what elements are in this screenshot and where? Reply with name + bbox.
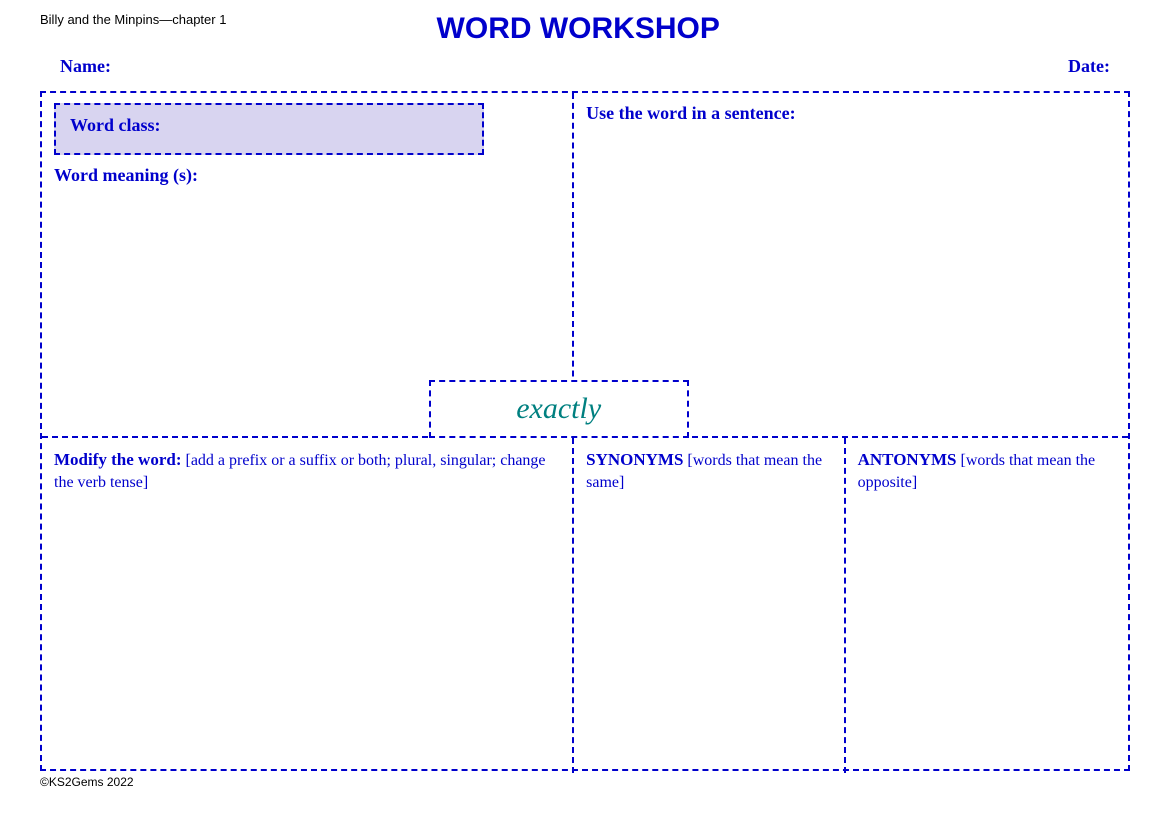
center-word-box: exactly bbox=[429, 380, 689, 438]
synonyms-label: SYNONYMS [words that mean the same] bbox=[586, 448, 832, 495]
doc-subtitle: Billy and the Minpins—chapter 1 bbox=[40, 12, 226, 27]
modify-label: Modify the word: [add a prefix or a suff… bbox=[54, 448, 560, 495]
top-bar: Billy and the Minpins—chapter 1 WORD WOR… bbox=[40, 12, 1130, 46]
modify-bold: Modify the word: bbox=[54, 450, 181, 469]
footer-text: ©KS2Gems 2022 bbox=[40, 775, 134, 789]
center-word: exactly bbox=[516, 392, 601, 425]
synonyms-bold: SYNONYMS bbox=[586, 450, 683, 469]
bottom-left-panel: Modify the word: [add a prefix or a suff… bbox=[42, 438, 574, 773]
word-meaning-section: Word meaning (s): bbox=[54, 165, 560, 186]
word-class-label: Word class: bbox=[70, 115, 161, 135]
antonyms-bold: ANTONYMS bbox=[858, 450, 957, 469]
bottom-middle-panel: SYNONYMS [words that mean the same] bbox=[574, 438, 846, 773]
use-sentence-label: Use the word in a sentence: bbox=[586, 103, 795, 123]
name-date-row: Name: Date: bbox=[40, 48, 1130, 85]
word-meaning-label: Word meaning (s): bbox=[54, 165, 198, 185]
footer: ©KS2Gems 2022 bbox=[40, 775, 1130, 789]
bottom-right-panel: ANTONYMS [words that mean the opposite] bbox=[846, 438, 1128, 773]
bottom-half: Modify the word: [add a prefix or a suff… bbox=[42, 438, 1128, 773]
date-label: Date: bbox=[1068, 56, 1110, 77]
page-container: Billy and the Minpins—chapter 1 WORD WOR… bbox=[0, 0, 1170, 827]
page-title: WORD WORKSHOP bbox=[226, 12, 930, 46]
name-label: Name: bbox=[60, 56, 111, 77]
antonyms-label: ANTONYMS [words that mean the opposite] bbox=[858, 448, 1116, 495]
word-class-box: Word class: bbox=[54, 103, 484, 155]
main-grid: Word class: Word meaning (s): Use the wo… bbox=[40, 91, 1130, 771]
top-half: Word class: Word meaning (s): Use the wo… bbox=[42, 93, 1128, 438]
